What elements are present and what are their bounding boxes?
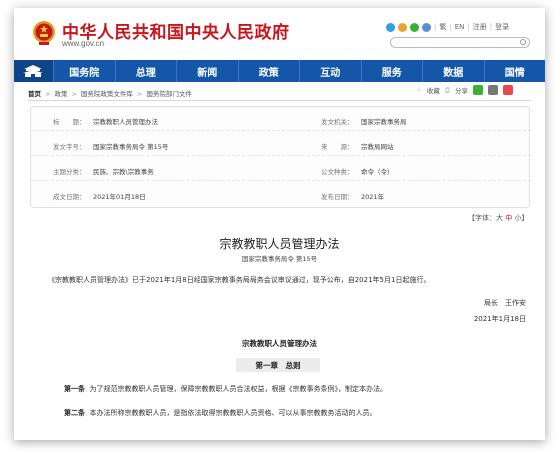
info-topic-value: 民族、宗教\宗教事务 <box>93 168 154 176</box>
nav-item-interaction[interactable]: 互动 <box>299 60 361 82</box>
nav-item-national-info[interactable]: 国情 <box>483 60 546 82</box>
star-icon[interactable]: ☆ <box>416 86 422 94</box>
article-signer: 局长 王作安 <box>484 299 526 307</box>
search-input[interactable] <box>390 37 530 48</box>
info-source-value: 宗教局网站 <box>361 143 394 151</box>
breadcrumb-department-docs[interactable]: 国务院部门文件 <box>146 90 192 98</box>
national-emblem-icon[interactable] <box>32 20 56 46</box>
share-label: 分享 <box>455 87 469 95</box>
people-icon[interactable] <box>398 22 407 32</box>
nav-item-data[interactable]: 数据 <box>422 60 484 82</box>
info-row: 标 题： 宗教教职人员管理办法 发文机关： 国家宗教事务局 <box>31 110 531 131</box>
login-link[interactable]: 登录 <box>495 22 509 32</box>
nav-home[interactable] <box>14 60 53 82</box>
traditional-link[interactable]: 繁 <box>439 22 446 32</box>
print-icon[interactable]: ⎙ <box>445 86 450 95</box>
article-intro: 《宗教教职人员管理办法》已于2021年1月8日经国家宗教事务局局务会议审议通过，… <box>48 276 431 284</box>
info-pub-value: 2021年 <box>361 193 385 201</box>
share-bar: ☆ 收藏 ⎙ 分享 <box>416 85 514 95</box>
font-medium-button[interactable]: 中 <box>505 214 512 222</box>
font-large-button[interactable]: 大 <box>496 214 503 222</box>
info-row: 主题分类： 民族、宗教\宗教事务 公文种类： 命令（令） <box>31 160 531 181</box>
article-clause-2: 第二条 本办法所称宗教教职人员，是指依法取得宗教教职人员资格、可以从事宗教教务活… <box>64 409 377 417</box>
nav-item-state-council[interactable]: 国务院 <box>53 60 115 82</box>
info-type-value: 命令（令） <box>361 168 394 176</box>
info-date-value: 2021年01月18日 <box>93 193 146 201</box>
site-header: 中华人民共和国中央人民政府 www.gov.cn | 繁 | EN | 注册 |… <box>14 8 545 58</box>
nav-item-news[interactable]: 新闻 <box>176 60 238 82</box>
body-title: 宗教教职人员管理办法 <box>242 339 317 348</box>
more-share-icon[interactable] <box>488 85 499 95</box>
browser-page: 中华人民共和国中央人民政府 www.gov.cn | 繁 | EN | 注册 |… <box>14 8 545 440</box>
main-nav: 国务院 总理 新闻 政策 互动 服务 数据 国情 <box>14 60 545 82</box>
nav-item-policy[interactable]: 政策 <box>237 60 300 82</box>
wechat-share-icon[interactable] <box>473 85 484 95</box>
utility-bar: | 繁 | EN | 注册 | 登录 <box>386 22 509 32</box>
tiananmen-icon <box>23 65 43 77</box>
document-info-table: 标 题： 宗教教职人员管理办法 发文机关： 国家宗教事务局 发文字号： 国家宗教… <box>30 106 531 208</box>
info-title-value: 宗教教职人员管理办法 <box>93 118 158 126</box>
app-icon[interactable] <box>422 22 431 32</box>
breadcrumb-policy[interactable]: 政策 <box>54 90 67 98</box>
breadcrumb-home[interactable]: 首页 <box>28 90 41 98</box>
wechat-icon[interactable] <box>410 22 419 32</box>
article-subtitle: 国家宗教事务局令 第15号 <box>241 255 318 263</box>
register-link[interactable]: 注册 <box>473 22 487 32</box>
weibo-icon[interactable] <box>386 22 395 32</box>
chapter-heading: 第一章 总则 <box>255 361 301 370</box>
nav-item-services[interactable]: 服务 <box>360 60 423 82</box>
info-row: 成文日期： 2021年01月18日 发布日期： 2021年 <box>53 193 385 201</box>
divider <box>28 100 531 101</box>
article-clause-1: 第一条 为了规范宗教教职人员管理，保障宗教教职人员合法权益，根据《宗教事务条例》… <box>64 385 387 393</box>
info-row: 发文字号： 国家宗教事务局令 第15号 来 源： 宗教局网站 <box>31 135 531 156</box>
breadcrumb: 首页 > 政策 > 国务院政策文件库 > 国务院部门文件 <box>28 90 192 98</box>
font-size-control: 【字体：大 中 小】 <box>468 214 529 222</box>
weibo-share-icon[interactable] <box>503 85 514 95</box>
info-number-value: 国家宗教事务局令 第15号 <box>93 143 169 151</box>
nav-item-premier[interactable]: 总理 <box>114 60 177 82</box>
article-title: 宗教教职人员管理办法 <box>219 237 340 251</box>
collect-link[interactable]: 收藏 <box>427 85 440 95</box>
article-sign-date: 2021年1月18日 <box>473 315 526 323</box>
search-icon[interactable] <box>520 39 526 45</box>
info-issuer-value: 国家宗教事务局 <box>361 118 407 126</box>
english-link[interactable]: EN <box>455 23 465 31</box>
site-url: www.gov.cn <box>62 39 105 48</box>
breadcrumb-policy-library[interactable]: 国务院政策文件库 <box>81 90 133 98</box>
